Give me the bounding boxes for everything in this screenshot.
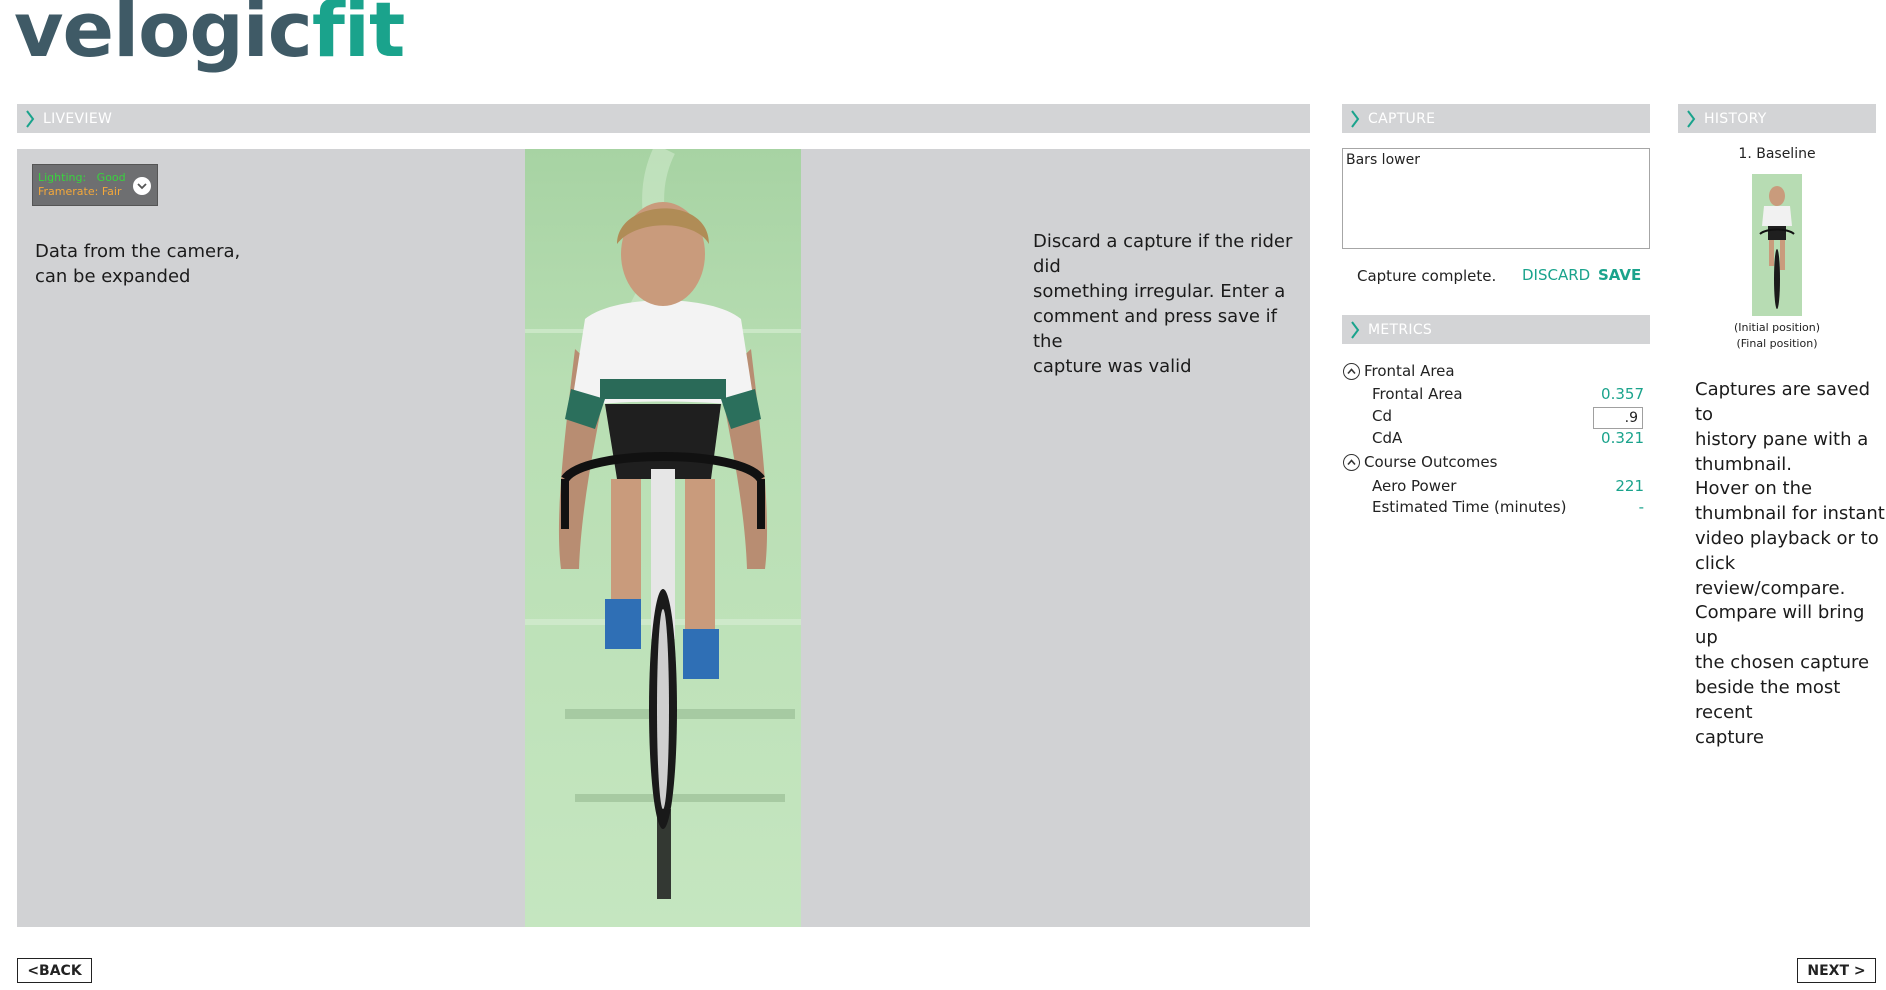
history-note-3: Compare will bring up the chosen capture…	[1695, 602, 1870, 748]
history-item-title: 1. Baseline	[1738, 146, 1816, 162]
discard-button[interactable]: DISCARD	[1522, 266, 1590, 284]
metric-label: Frontal Area	[1372, 385, 1463, 403]
metrics-group-frontal-area[interactable]: Frontal Area	[1343, 362, 1455, 380]
liveview-header[interactable]: LIVEVIEW	[17, 104, 1310, 133]
next-button[interactable]: NEXT >	[1797, 958, 1876, 983]
chevron-up-circle-icon[interactable]	[1343, 362, 1360, 380]
history-note-2: Hover on the thumbnail for instant video…	[1695, 478, 1885, 599]
history-header-label: HISTORY	[1704, 110, 1767, 127]
history-header[interactable]: HISTORY	[1678, 104, 1876, 133]
capture-header[interactable]: CAPTURE	[1342, 104, 1650, 133]
framerate-status: Framerate: Fair	[38, 185, 122, 198]
save-button[interactable]: SAVE	[1598, 266, 1641, 284]
history-caption-initial: (Initial position)	[1733, 321, 1821, 334]
metric-label: CdA	[1372, 429, 1403, 447]
group-title: Course Outcomes	[1364, 453, 1498, 471]
lighting-status: Lighting: Good	[38, 171, 126, 184]
back-button[interactable]: <BACK	[17, 958, 92, 983]
metric-value: 0.321	[1601, 429, 1644, 447]
logo-text-velogic: velogic	[14, 0, 313, 74]
metric-label: Estimated Time (minutes)	[1372, 498, 1567, 516]
history-caption-final: (Final position)	[1736, 337, 1818, 350]
metric-value: -	[1638, 498, 1644, 516]
chevron-right-icon	[1342, 315, 1368, 344]
liveview-note-left: Data from the camera, can be expanded	[35, 241, 241, 287]
chevron-right-icon	[1342, 104, 1368, 133]
app-logo: velogicfit	[14, 0, 405, 68]
metrics-header[interactable]: METRICS	[1342, 315, 1650, 344]
chevron-right-icon	[17, 104, 43, 133]
liveview-panel: Lighting: Good Framerate: Fair Data from…	[17, 149, 1310, 927]
liveview-header-label: LIVEVIEW	[43, 110, 113, 127]
metric-label: Cd	[1372, 407, 1392, 425]
logo-text-fit: fit	[311, 0, 405, 74]
history-thumbnail[interactable]	[1752, 174, 1802, 316]
history-item[interactable]: 1. Baseline (Initial position) (Final po…	[1678, 146, 1876, 356]
expand-icon[interactable]	[133, 177, 151, 195]
metrics-group-course-outcomes[interactable]: Course Outcomes	[1343, 453, 1497, 471]
history-note-1: Captures are saved to history pane with …	[1695, 379, 1871, 475]
liveview-note-right: Discard a capture if the rider did somet…	[1033, 231, 1293, 377]
camera-status-box[interactable]: Lighting: Good Framerate: Fair	[32, 164, 158, 206]
cd-input[interactable]	[1593, 407, 1643, 429]
metric-value: 221	[1615, 477, 1644, 495]
capture-comment-input[interactable]: Bars lower	[1342, 148, 1650, 249]
chevron-right-icon	[1678, 104, 1704, 133]
chevron-up-circle-icon[interactable]	[1343, 453, 1360, 471]
group-title: Frontal Area	[1364, 362, 1455, 380]
capture-header-label: CAPTURE	[1368, 110, 1436, 127]
metrics-header-label: METRICS	[1368, 321, 1433, 338]
rider-image	[525, 149, 801, 899]
capture-status: Capture complete.	[1357, 267, 1497, 285]
camera-video-feed[interactable]	[525, 149, 801, 927]
metric-value: 0.357	[1601, 385, 1644, 403]
rider-thumbnail-image	[1759, 186, 1795, 309]
metric-label: Aero Power	[1372, 477, 1457, 495]
